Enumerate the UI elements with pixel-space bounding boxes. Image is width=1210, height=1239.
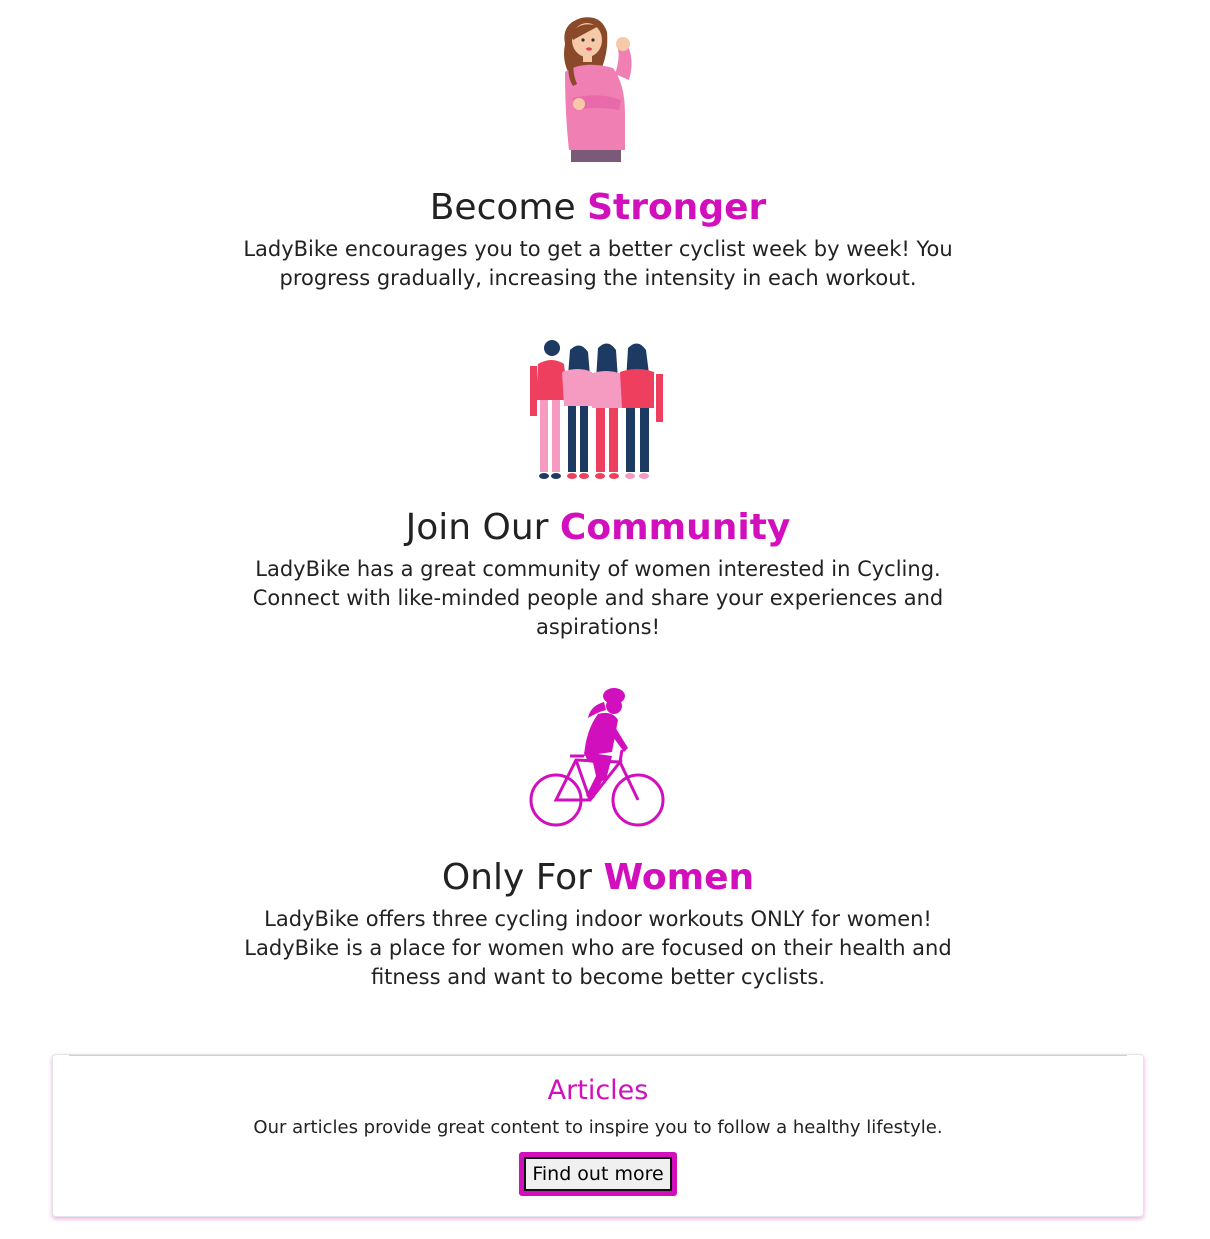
feature-heading: Only For Women bbox=[441, 857, 755, 898]
card-divider bbox=[69, 1055, 1127, 1056]
feature-only-for-women: Only For Women LadyBike offers three cyc… bbox=[0, 686, 1196, 992]
feature-heading-accent: Stronger bbox=[587, 187, 767, 228]
feature-heading-accent: Women bbox=[603, 857, 755, 898]
feature-heading: Become Stronger bbox=[429, 187, 767, 228]
feature-description: LadyBike offers three cycling indoor wor… bbox=[244, 907, 952, 990]
feature-heading-accent: Community bbox=[559, 507, 791, 548]
woman-cyclist-illustration bbox=[529, 688, 665, 827]
articles-title: Articles bbox=[547, 1075, 649, 1106]
feature-become-stronger: Become Stronger LadyBike encourages you … bbox=[0, 14, 1196, 293]
feature-description: LadyBike has a great community of women … bbox=[252, 557, 944, 640]
women-group-illustration bbox=[530, 340, 663, 479]
articles-card: Articles Our articles provide great cont… bbox=[52, 1054, 1144, 1217]
flexing-woman-illustration bbox=[564, 17, 632, 162]
articles-description: Our articles provide great content to in… bbox=[253, 1117, 943, 1138]
feature-description: LadyBike encourages you to get a better … bbox=[243, 237, 953, 291]
find-out-more-button[interactable]: Find out more bbox=[524, 1157, 672, 1191]
feature-join-community: Join Our Community LadyBike has a great … bbox=[0, 336, 1196, 642]
feature-heading: Join Our Community bbox=[405, 507, 791, 548]
find-out-more-button-frame: Find out more bbox=[519, 1152, 677, 1196]
